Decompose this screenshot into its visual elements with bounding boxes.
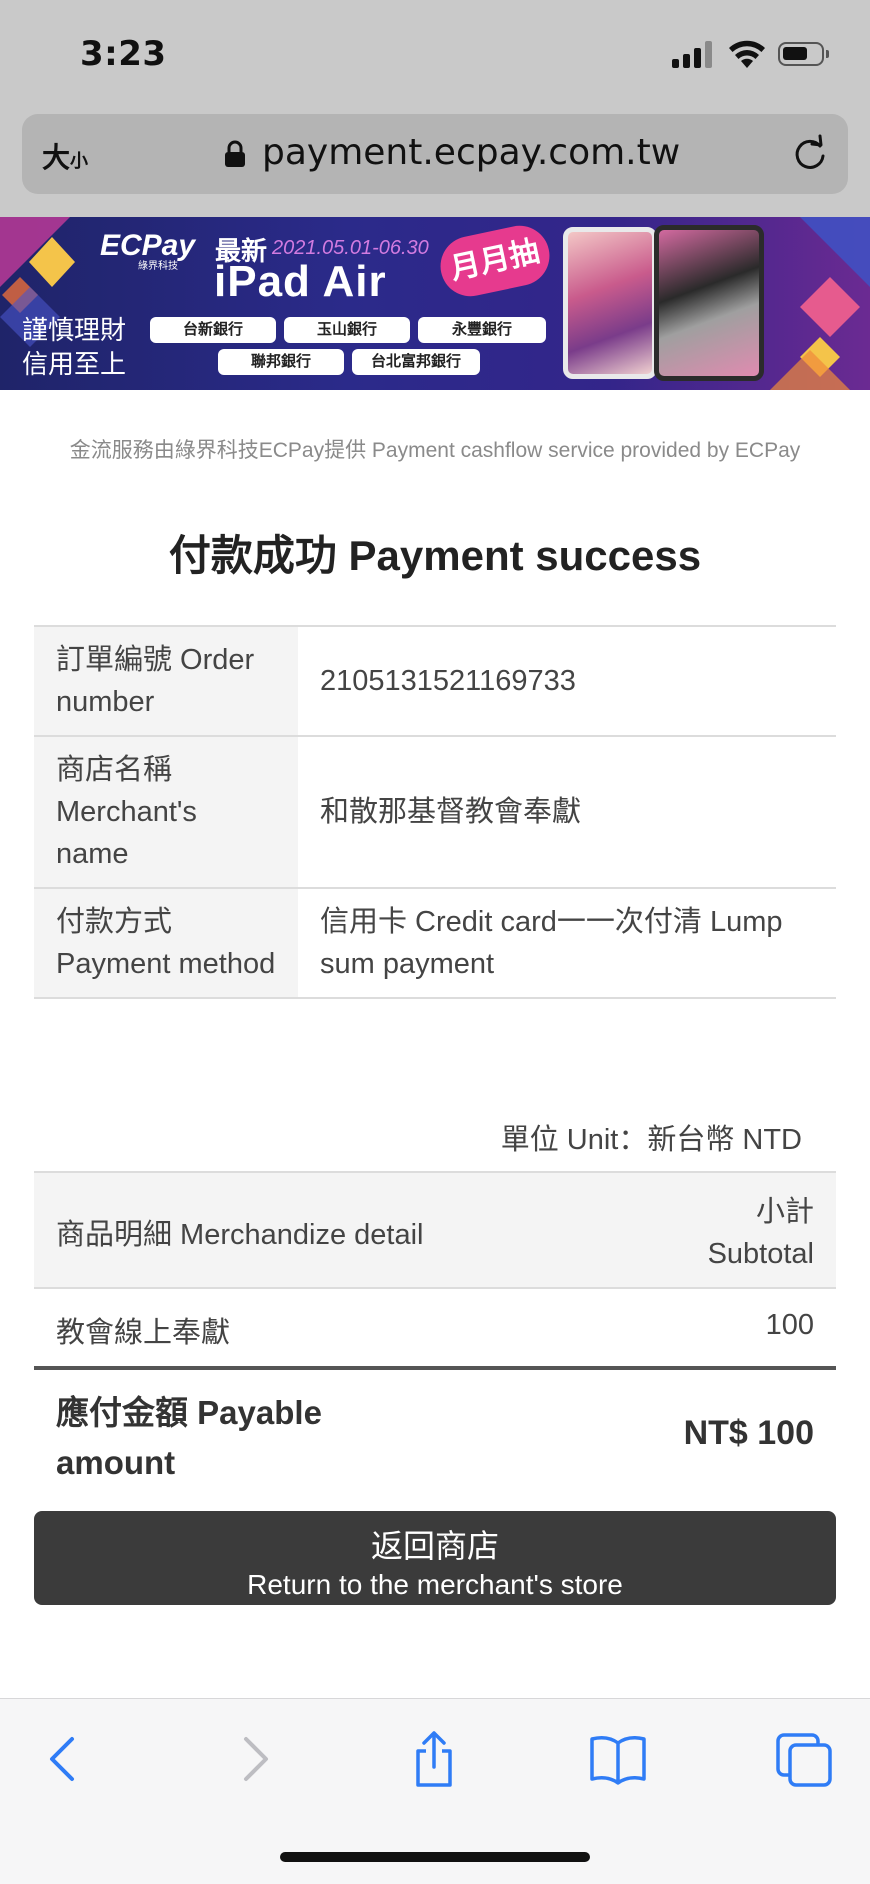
merchandise-detail-label: 商品明細 Merchandize detail (56, 1219, 424, 1251)
bookmarks-icon[interactable] (588, 1729, 648, 1789)
monthly-draw-badge: 月月抽 (434, 220, 556, 302)
banner-slogan: 謹慎理財 信用至上 (22, 315, 127, 379)
payable-amount-label: 應付金額 Payable amount (56, 1394, 322, 1481)
status-icons (672, 38, 832, 72)
promo-banner[interactable]: ECPay 綠界科技 最新 2021.05.01-06.30 iPad Air … (0, 217, 870, 390)
share-icon[interactable] (404, 1729, 464, 1789)
banner-decoration-right (770, 217, 870, 390)
table-row: 訂單編號 Order number 2105131521169733 (34, 625, 836, 737)
list-item: 教會線上奉獻 100 (34, 1289, 836, 1367)
cellular-signal-icon (672, 40, 716, 68)
return-to-store-button[interactable]: 返回商店 Return to the merchant's store (34, 1511, 836, 1605)
divider (34, 1366, 836, 1370)
reload-icon[interactable] (790, 134, 830, 174)
order-number-label: 訂單編號 Order number (34, 625, 298, 737)
merchant-name-value: 和散那基督教會奉獻 (298, 735, 836, 889)
ipad-image (654, 225, 764, 381)
lock-icon (225, 140, 245, 167)
ipad-image (563, 227, 657, 379)
home-indicator[interactable] (280, 1852, 590, 1862)
tabs-icon[interactable] (774, 1729, 834, 1789)
currency-unit-note: 單位 Unit：新台幣 NTD (500, 1124, 802, 1156)
provider-note: 金流服務由綠界科技ECPay提供 Payment cashflow servic… (69, 439, 801, 462)
merchant-name-label: 商店名稱 Merchant's name (34, 735, 298, 889)
bank-logo: 永豐銀行 (418, 317, 546, 343)
table-row: 商店名稱 Merchant's name 和散那基督教會奉獻 (34, 735, 836, 889)
merchandise-amount: 100 (765, 1309, 814, 1341)
forward-icon[interactable] (222, 1729, 282, 1789)
payment-method-label: 付款方式 Payment method (34, 887, 298, 999)
merchandise-name: 教會線上奉獻 (56, 1317, 231, 1349)
page-title: 付款成功 Payment success (168, 532, 702, 579)
product-name: iPad Air (214, 257, 387, 306)
subtotal-label: 小計 Subtotal (707, 1196, 814, 1270)
payable-amount-value: NT$ 100 (683, 1414, 814, 1452)
order-number-value: 2105131521169733 (298, 625, 836, 737)
wifi-icon (729, 40, 765, 68)
bank-logo: 玉山銀行 (284, 317, 410, 343)
browser-chrome: 3:23 大小 payment.ecpay.com.tw (0, 0, 870, 217)
back-icon[interactable] (36, 1729, 96, 1789)
address-bar[interactable]: 大小 payment.ecpay.com.tw (22, 114, 848, 194)
table-row: 付款方式 Payment method 信用卡 Credit card一一次付清… (34, 887, 836, 999)
text-size-button[interactable]: 大小 (42, 136, 88, 176)
battery-icon (778, 42, 829, 66)
bank-logo: 台北富邦銀行 (352, 349, 480, 375)
url-text[interactable]: payment.ecpay.com.tw (262, 132, 680, 173)
merchandise-header: 商品明細 Merchandize detail 小計 Subtotal (34, 1171, 836, 1289)
status-time: 3:23 (80, 34, 167, 74)
bank-logo: 台新銀行 (150, 317, 276, 343)
order-info-table: 訂單編號 Order number 2105131521169733 商店名稱 … (34, 625, 836, 999)
payment-method-value: 信用卡 Credit card一一次付清 Lump sum payment (298, 887, 836, 999)
bank-logo: 聯邦銀行 (218, 349, 344, 375)
